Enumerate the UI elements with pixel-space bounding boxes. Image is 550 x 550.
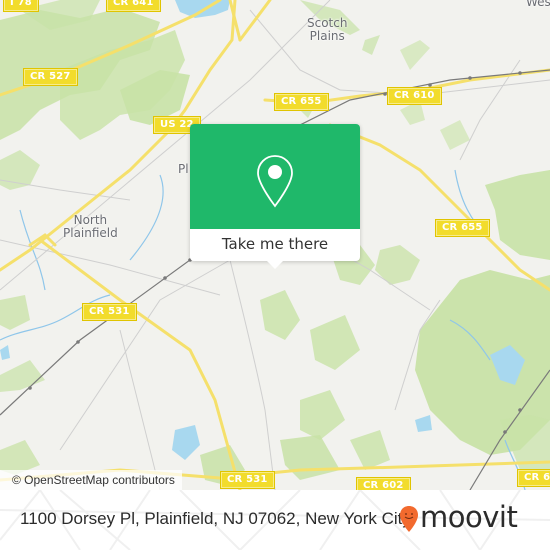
address-text: 1100 Dorsey Pl, Plainfield, NJ 07062, Ne… xyxy=(20,509,411,528)
route-shield-cr610: CR 610 xyxy=(388,88,441,104)
place-label-line: Pl xyxy=(178,162,189,176)
route-shield-cr60x: CR 60 xyxy=(518,470,550,486)
place-label-scotch-plains: Scotch Plains xyxy=(307,17,347,43)
map-pin-icon xyxy=(257,155,293,208)
map-view[interactable]: Scotch Plains North Plainfield Pl Wes I … xyxy=(0,0,550,490)
moovit-smiley-pin-icon xyxy=(400,506,418,532)
route-shield-cr527: CR 527 xyxy=(24,69,77,85)
place-label-plainfield: Pl xyxy=(178,163,189,176)
place-label-line: Wes xyxy=(526,0,550,9)
place-label-line: Plains xyxy=(309,29,345,43)
route-shield-i78: I 78 xyxy=(4,0,38,11)
route-shield-cr655-east: CR 655 xyxy=(436,220,489,236)
moovit-wordmark: moovit xyxy=(420,500,518,534)
route-shield-cr531-south: CR 531 xyxy=(221,472,274,488)
place-label-westfield: Wes xyxy=(526,0,550,9)
route-shield-cr602: CR 602 xyxy=(357,478,410,490)
popup-header xyxy=(190,124,360,229)
place-label-north-plainfield: North Plainfield xyxy=(63,214,118,240)
place-label-line: Plainfield xyxy=(63,226,118,240)
take-me-there-button[interactable]: Take me there xyxy=(190,229,360,261)
route-shield-cr531-north: CR 531 xyxy=(83,304,136,320)
footer-bar: 1100 Dorsey Pl, Plainfield, NJ 07062, Ne… xyxy=(0,490,550,550)
popup-tail xyxy=(266,260,284,269)
map-attribution[interactable]: © OpenStreetMap contributors xyxy=(0,470,182,490)
location-popup: Take me there xyxy=(190,124,360,269)
route-shield-cr641: CR 641 xyxy=(107,0,160,11)
route-shield-cr655-north: CR 655 xyxy=(275,94,328,110)
